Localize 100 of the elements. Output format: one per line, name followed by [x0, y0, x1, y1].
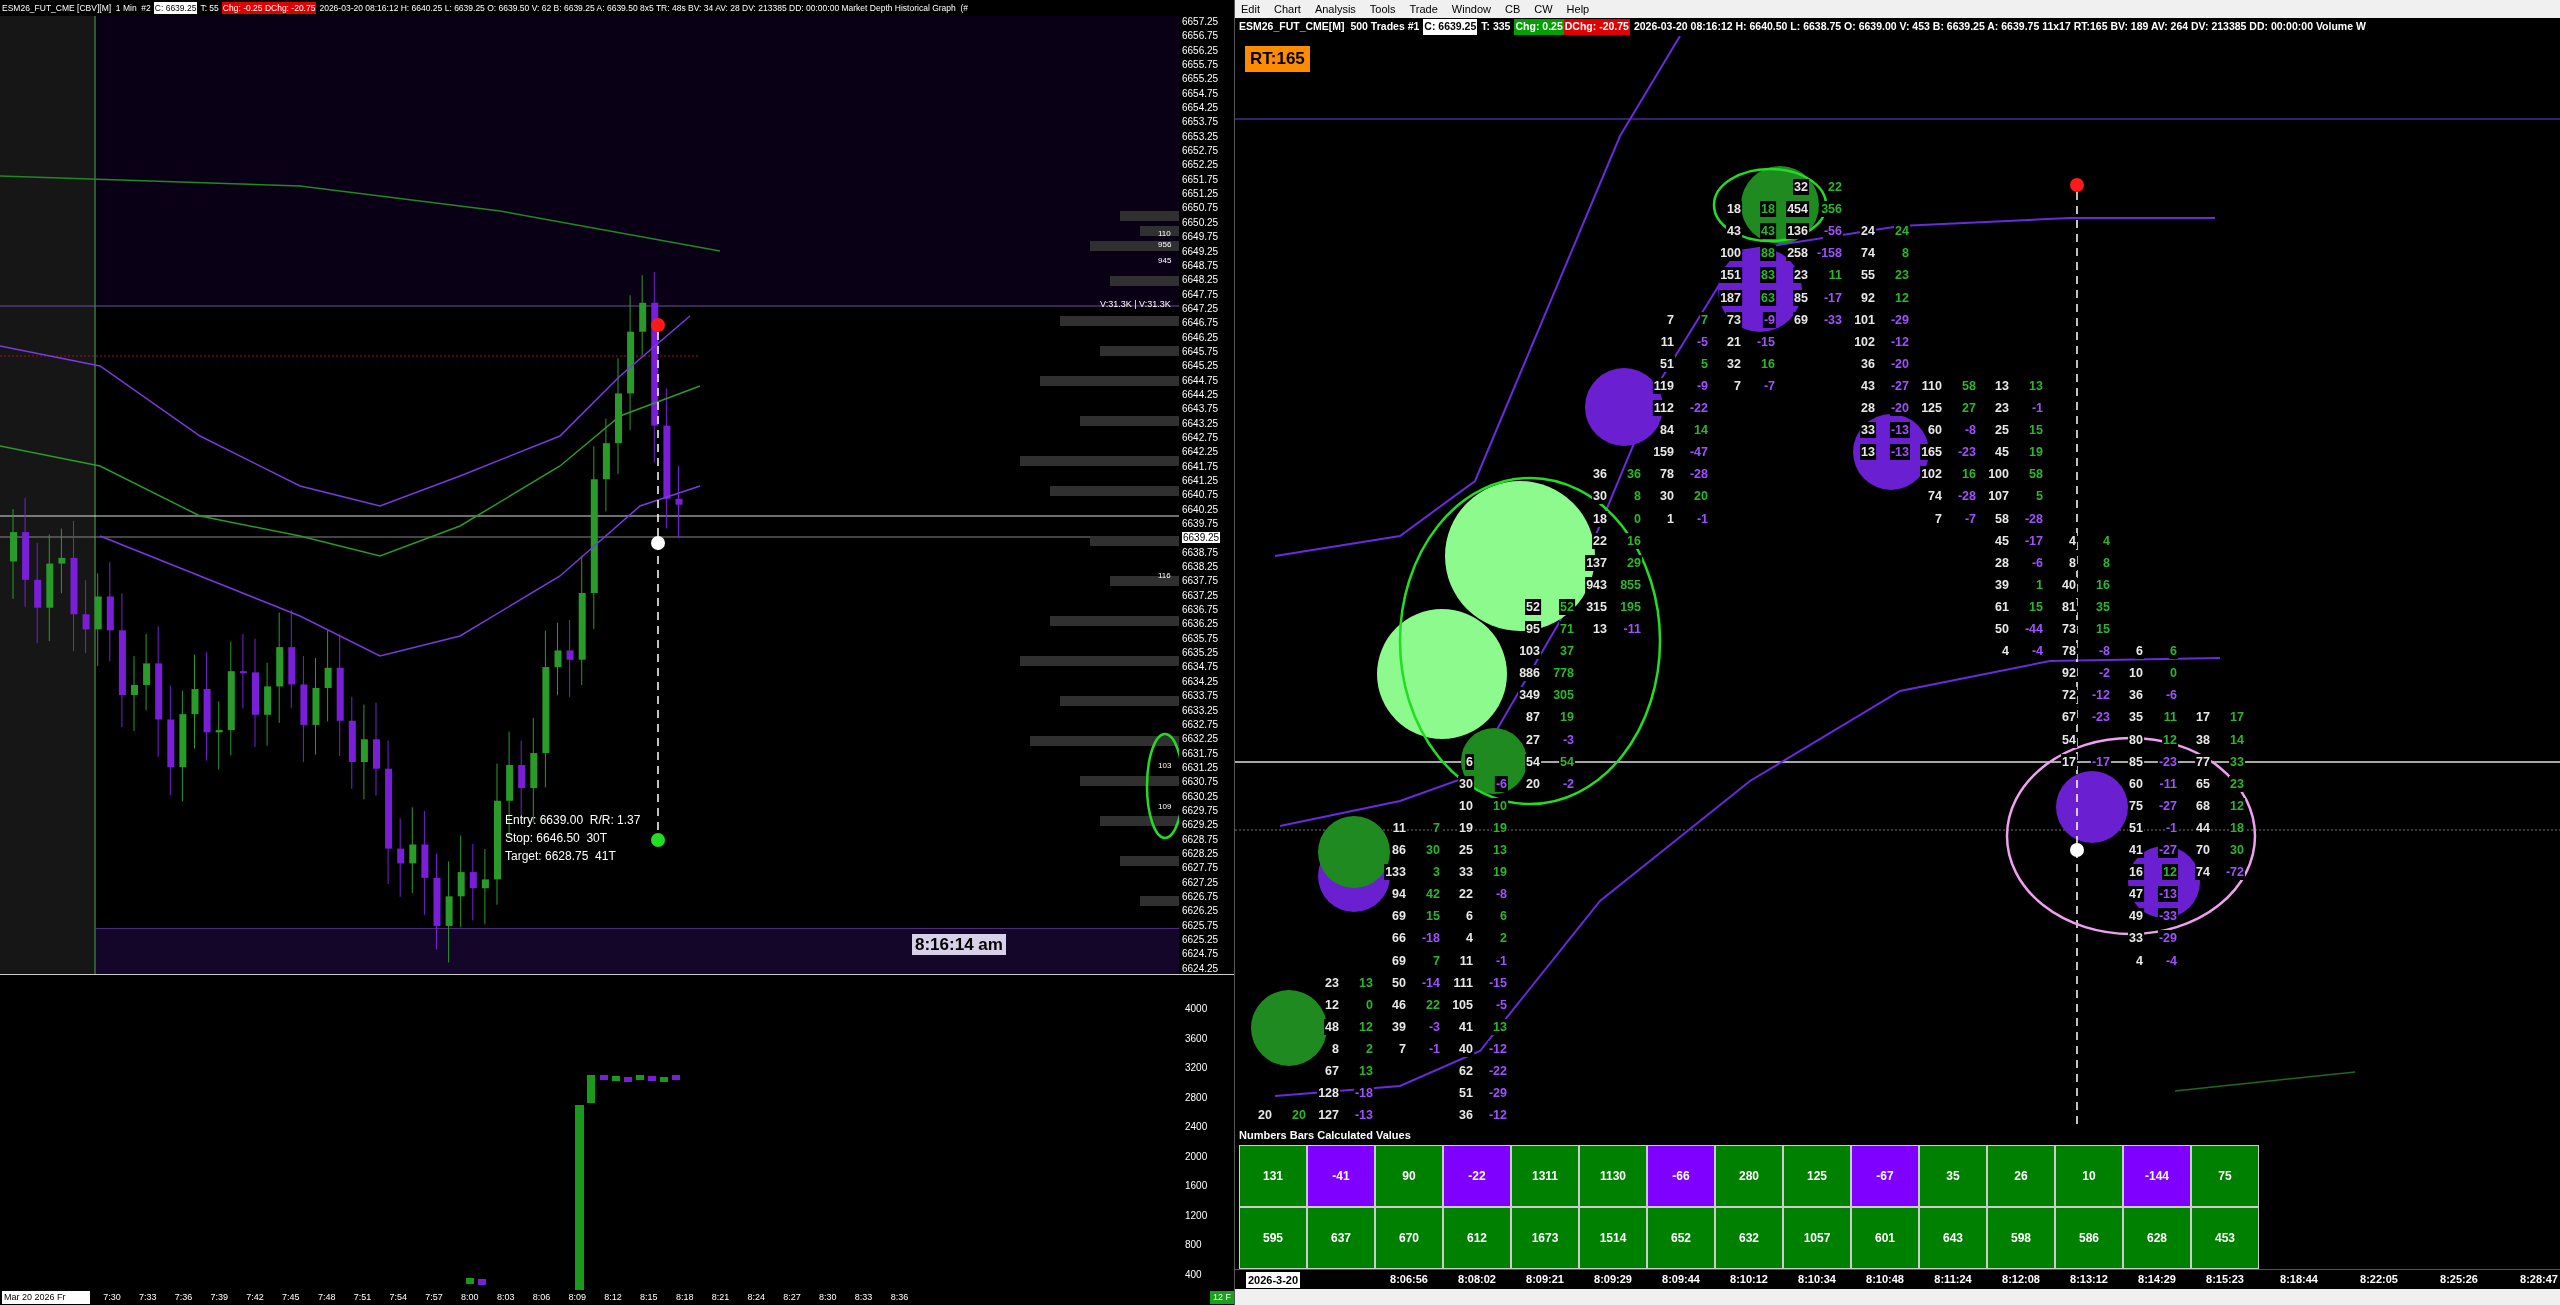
- menu-item[interactable]: Chart: [1273, 0, 1301, 18]
- price-label: 6632.25: [1182, 733, 1220, 745]
- volume-value: 165: [1920, 444, 1943, 461]
- volume-value: 47: [2128, 886, 2144, 903]
- time-label: 7:36: [173, 1290, 194, 1304]
- price-label: 6652.75: [1182, 145, 1220, 157]
- close-price: C: 6639.25: [1423, 19, 1478, 35]
- menu-item[interactable]: CW: [1534, 0, 1553, 18]
- menu-item[interactable]: Help: [1566, 0, 1590, 18]
- price-label: 6627.25: [1182, 876, 1220, 888]
- volume-value: 18: [1592, 510, 1608, 527]
- table-cell: 1130: [1579, 1145, 1647, 1207]
- order-info-text: Stop: 6646.50 30T: [505, 831, 608, 845]
- depth-value: 956: [1158, 240, 1172, 250]
- time-label: 7:33: [137, 1290, 158, 1304]
- symbol-label: ESM26_FUT_CME[M] 500 Trades #1: [1239, 19, 1420, 35]
- price-label: 6635.25: [1182, 647, 1220, 659]
- price-label: 6652.25: [1182, 159, 1220, 171]
- volume-axis-label: 4000: [1185, 1003, 1209, 1014]
- volume-value: 103: [1518, 643, 1541, 660]
- price-label: 6633.25: [1182, 704, 1220, 716]
- menu-item[interactable]: Edit: [1241, 0, 1260, 18]
- volume-axis-label: 800: [1185, 1239, 1203, 1251]
- table-cell: 75: [2191, 1145, 2259, 1207]
- volume-axis-label: 2800: [1185, 1091, 1209, 1103]
- price-label: 6643.25: [1182, 417, 1220, 429]
- price-label: 6624.75: [1182, 948, 1220, 960]
- price-label: 6634.75: [1182, 661, 1220, 673]
- price-label: 6656.25: [1182, 44, 1220, 56]
- time-label: 8:22:05: [2359, 1272, 2399, 1288]
- time-label: 8:06:56: [1389, 1272, 1429, 1288]
- volume-bubble: [2056, 771, 2128, 843]
- price-label: 6645.25: [1182, 360, 1220, 372]
- order-info-text: Target: 6628.75 41T: [505, 849, 616, 863]
- time-label: 8:09: [567, 1290, 587, 1304]
- table-cell: 10: [2055, 1145, 2123, 1207]
- time-label: 8:10:34: [1797, 1272, 1837, 1288]
- volume-value: 30: [1458, 775, 1474, 792]
- volume-bar: [636, 1075, 644, 1080]
- volume-label: V:31.3K | V:31.3K: [1100, 299, 1171, 309]
- volume-value: 6: [1465, 753, 1474, 770]
- volume-value: 258: [1786, 245, 1809, 262]
- time-label: 8:08:02: [1457, 1272, 1497, 1288]
- menu-item[interactable]: Trade: [1409, 0, 1438, 18]
- table-cell: 35: [1919, 1145, 1987, 1207]
- volume-axis-label: 3600: [1185, 1032, 1209, 1044]
- price-label: 6647.25: [1182, 302, 1220, 314]
- volume-bar: [587, 1075, 595, 1103]
- depth-value: 116: [1158, 571, 1171, 581]
- volume-value: 17: [2061, 753, 2077, 770]
- volume-value: 100: [1719, 245, 1742, 262]
- delta-value: 43: [1760, 223, 1776, 240]
- table-cell: -67: [1851, 1145, 1919, 1207]
- time-label: 8:33: [853, 1290, 874, 1304]
- time-label: 8:16:14 am: [912, 934, 1006, 955]
- price-label: 6639.75: [1182, 518, 1220, 530]
- price-label: 6654.75: [1182, 87, 1220, 99]
- price-label: 6653.25: [1182, 130, 1220, 142]
- price-label: 6629.25: [1182, 819, 1220, 831]
- stop-marker: [2070, 178, 2084, 192]
- depth-value: 109: [1158, 802, 1172, 812]
- volume-bar: [478, 1279, 486, 1285]
- price-label: 6632.75: [1182, 718, 1220, 730]
- volume-bar: [660, 1077, 668, 1082]
- volume-value: 51: [1659, 355, 1675, 372]
- volume-axis-label: 2400: [1185, 1121, 1209, 1133]
- volume-value: 40: [2061, 576, 2077, 593]
- price-label: 6631.25: [1182, 761, 1220, 773]
- volume-value: 6: [2135, 643, 2144, 660]
- table-cell: 601: [1851, 1207, 1919, 1269]
- table-cell: 637: [1307, 1207, 1375, 1269]
- price-label: 6648.25: [1182, 274, 1220, 286]
- table-cell: -22: [1443, 1145, 1511, 1207]
- price-label: 6624.25: [1182, 962, 1220, 974]
- menu-item[interactable]: Tools: [1369, 0, 1396, 18]
- menu-item[interactable]: Window: [1451, 0, 1491, 18]
- volume-value: 78: [2061, 643, 2077, 660]
- volume-bar: [612, 1076, 620, 1081]
- price-label: 6636.75: [1182, 604, 1220, 616]
- time-label: 8:36: [889, 1290, 910, 1304]
- price-label: 6635.75: [1182, 632, 1220, 644]
- date-label: Mar 20 2026 Fr: [2, 1291, 90, 1304]
- price-label: 6633.75: [1182, 690, 1220, 702]
- price-label: 6650.75: [1182, 202, 1220, 214]
- time-label: 8:18: [674, 1290, 695, 1304]
- table-cell: 586: [2055, 1207, 2123, 1269]
- table-cell: 628: [2123, 1207, 2191, 1269]
- menu-item[interactable]: CB: [1505, 0, 1521, 18]
- volume-value: 72: [2061, 687, 2077, 704]
- price-label: 6631.75: [1182, 747, 1220, 759]
- price-label: 6641.25: [1182, 475, 1220, 486]
- menu-item[interactable]: Analysis: [1314, 0, 1356, 18]
- table-cell: 612: [1443, 1207, 1511, 1269]
- trade-count: T: 55: [200, 1, 219, 15]
- volume-value: 85: [1793, 289, 1809, 306]
- table-cell: 125: [1783, 1145, 1851, 1207]
- price-label: 6647.75: [1182, 288, 1220, 300]
- chart-details: 2026-03-20 08:16:12 H: 6640.50 L: 6638.75 O: 6639.00 V: 453 B: 6639.25 A: 6639.75 11x17 RT:165 BV: 189 AV: 264 DV: 213385 DD: 00:00:00 Volume W: [1633, 19, 2366, 35]
- order-info-text: Entry: 6639.00 R/R: 1.37: [505, 813, 641, 827]
- time-label: 8:25:26: [2439, 1272, 2479, 1288]
